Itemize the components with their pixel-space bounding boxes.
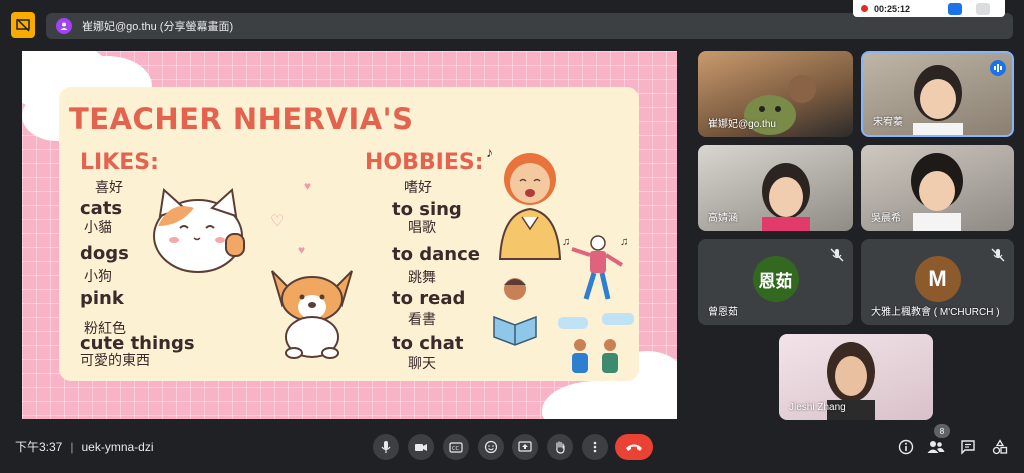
participant-name: 吳晨希 — [871, 213, 901, 224]
hobby-item-zh: 看書 — [408, 311, 436, 327]
camera-button[interactable] — [408, 434, 434, 460]
recording-time: 00:25:12 — [874, 3, 911, 14]
hobby-item-zh: 唱歌 — [408, 219, 436, 235]
activities-button[interactable] — [990, 437, 1010, 457]
heart-icon: ♥ — [304, 179, 312, 193]
shapes-icon — [992, 439, 1008, 455]
heart-icon: ♡ — [270, 213, 285, 230]
dancer-illustration-icon: ♫ ♫ — [562, 235, 628, 300]
likes-heading: LIKES: — [80, 150, 159, 175]
hobby-item-zh: 跳舞 — [408, 269, 436, 285]
participant-name: 宋宥蓁 — [873, 117, 903, 128]
hobbies-heading: HOBBIES: — [365, 150, 484, 175]
recording-dot-icon — [861, 5, 868, 12]
camera-icon — [415, 444, 427, 451]
svg-text:♫: ♫ — [620, 236, 628, 248]
shared-screen-slide: TEACHER NHERVIA'S LIKES: 喜好 cats 小貓 dogs… — [22, 51, 677, 419]
hobby-item-zh: 聊天 — [408, 355, 436, 371]
participant-tile[interactable]: 吳晨希 — [861, 145, 1014, 231]
participant-count-badge: 8 — [934, 424, 950, 438]
meeting-details-button[interactable] — [896, 437, 916, 457]
captions-icon: CC — [449, 442, 463, 453]
more-options-button[interactable] — [582, 434, 608, 460]
participant-tile-speaking[interactable]: 宋宥蓁 — [861, 51, 1014, 137]
reading-boy-illustration-icon — [493, 278, 537, 346]
mic-icon — [381, 441, 391, 453]
presenter-avatar-icon — [56, 18, 72, 34]
dog-illustration-icon — [271, 270, 353, 359]
hand-icon — [556, 441, 565, 454]
participant-tile[interactable]: 高婧涵 — [698, 145, 853, 231]
participant-name: 曾恩茹 — [708, 307, 738, 318]
people-button[interactable] — [926, 437, 946, 457]
heart-icon: ♥ — [298, 243, 306, 257]
cat-illustration-icon — [153, 188, 245, 273]
svg-text:♫: ♫ — [562, 236, 570, 248]
participant-name: 高婧涵 — [708, 213, 738, 224]
slide-title: TEACHER NHERVIA'S — [69, 102, 414, 136]
end-call-button[interactable] — [615, 434, 653, 460]
presenter-label: 崔娜妃@go.thu (分享螢幕畫面) — [82, 21, 234, 33]
info-icon — [898, 439, 914, 455]
video-feed-icon — [913, 65, 963, 135]
like-item-zh: 可愛的東西 — [80, 352, 150, 368]
video-feed-icon — [762, 163, 810, 231]
likes-zh: 喜好 — [95, 179, 123, 195]
hobbies-zh: 嗜好 — [404, 179, 432, 195]
like-item-en: dogs — [80, 243, 129, 264]
mic-off-icon — [830, 248, 844, 262]
video-feed-icon — [911, 153, 963, 231]
recording-action-button[interactable] — [948, 2, 963, 15]
participant-avatar: M — [914, 256, 961, 302]
speaking-indicator-icon — [990, 60, 1006, 76]
participant-tile[interactable]: Jieshi Zhang — [779, 334, 933, 420]
emoji-icon — [484, 440, 498, 454]
captions-button[interactable]: CC — [443, 434, 469, 460]
like-item-en: cats — [80, 198, 123, 219]
phone-hangup-icon — [626, 444, 642, 451]
meeting-time: 下午3:37 — [15, 440, 63, 454]
presentation-off-icon[interactable] — [11, 12, 35, 38]
chat-button[interactable] — [958, 437, 978, 457]
recording-mute-button[interactable] — [976, 2, 991, 15]
participant-tile[interactable]: 崔娜妃@go.thu — [698, 51, 853, 137]
participant-name: Jieshi Zhang — [789, 402, 846, 413]
present-screen-icon — [518, 441, 532, 452]
recording-indicator: 00:25:12 — [853, 0, 1005, 17]
mic-off-icon — [991, 248, 1005, 262]
hobby-item-en: to read — [392, 288, 466, 309]
participant-tile[interactable]: M 大雅上楓教會 ( M'CHURCH ) — [861, 239, 1014, 325]
participant-tile[interactable]: 恩茹 曾恩茹 — [698, 239, 853, 325]
chat-icon — [961, 440, 975, 455]
mic-button[interactable] — [373, 434, 399, 460]
participant-name: 大雅上楓教會 ( M'CHURCH ) — [871, 307, 1000, 318]
people-icon — [927, 441, 945, 453]
participant-name: 崔娜妃@go.thu — [708, 119, 776, 130]
meeting-info: 下午3:37 | uek-ymna-dzi — [15, 438, 154, 455]
participant-avatar: 恩茹 — [752, 256, 799, 302]
svg-text:♪: ♪ — [486, 144, 493, 160]
like-item-en: pink — [80, 288, 124, 309]
like-item-zh: 小貓 — [84, 219, 112, 235]
meet-window: 崔娜妃@go.thu (分享螢幕畫面) 00:25:12 TEACHER NHE… — [0, 0, 1024, 473]
raise-hand-button[interactable] — [547, 434, 573, 460]
present-button[interactable] — [512, 434, 538, 460]
more-vert-icon — [593, 441, 597, 453]
svg-text:CC: CC — [452, 446, 459, 452]
meeting-code[interactable]: uek-ymna-dzi — [81, 440, 153, 454]
chatting-people-illustration-icon — [558, 313, 634, 373]
hobby-item-en: to dance — [392, 244, 480, 265]
reactions-button[interactable] — [478, 434, 504, 460]
meeting-info-separator: | — [70, 439, 74, 454]
like-item-zh: 小狗 — [84, 268, 112, 284]
hobby-item-en: to chat — [392, 333, 464, 354]
